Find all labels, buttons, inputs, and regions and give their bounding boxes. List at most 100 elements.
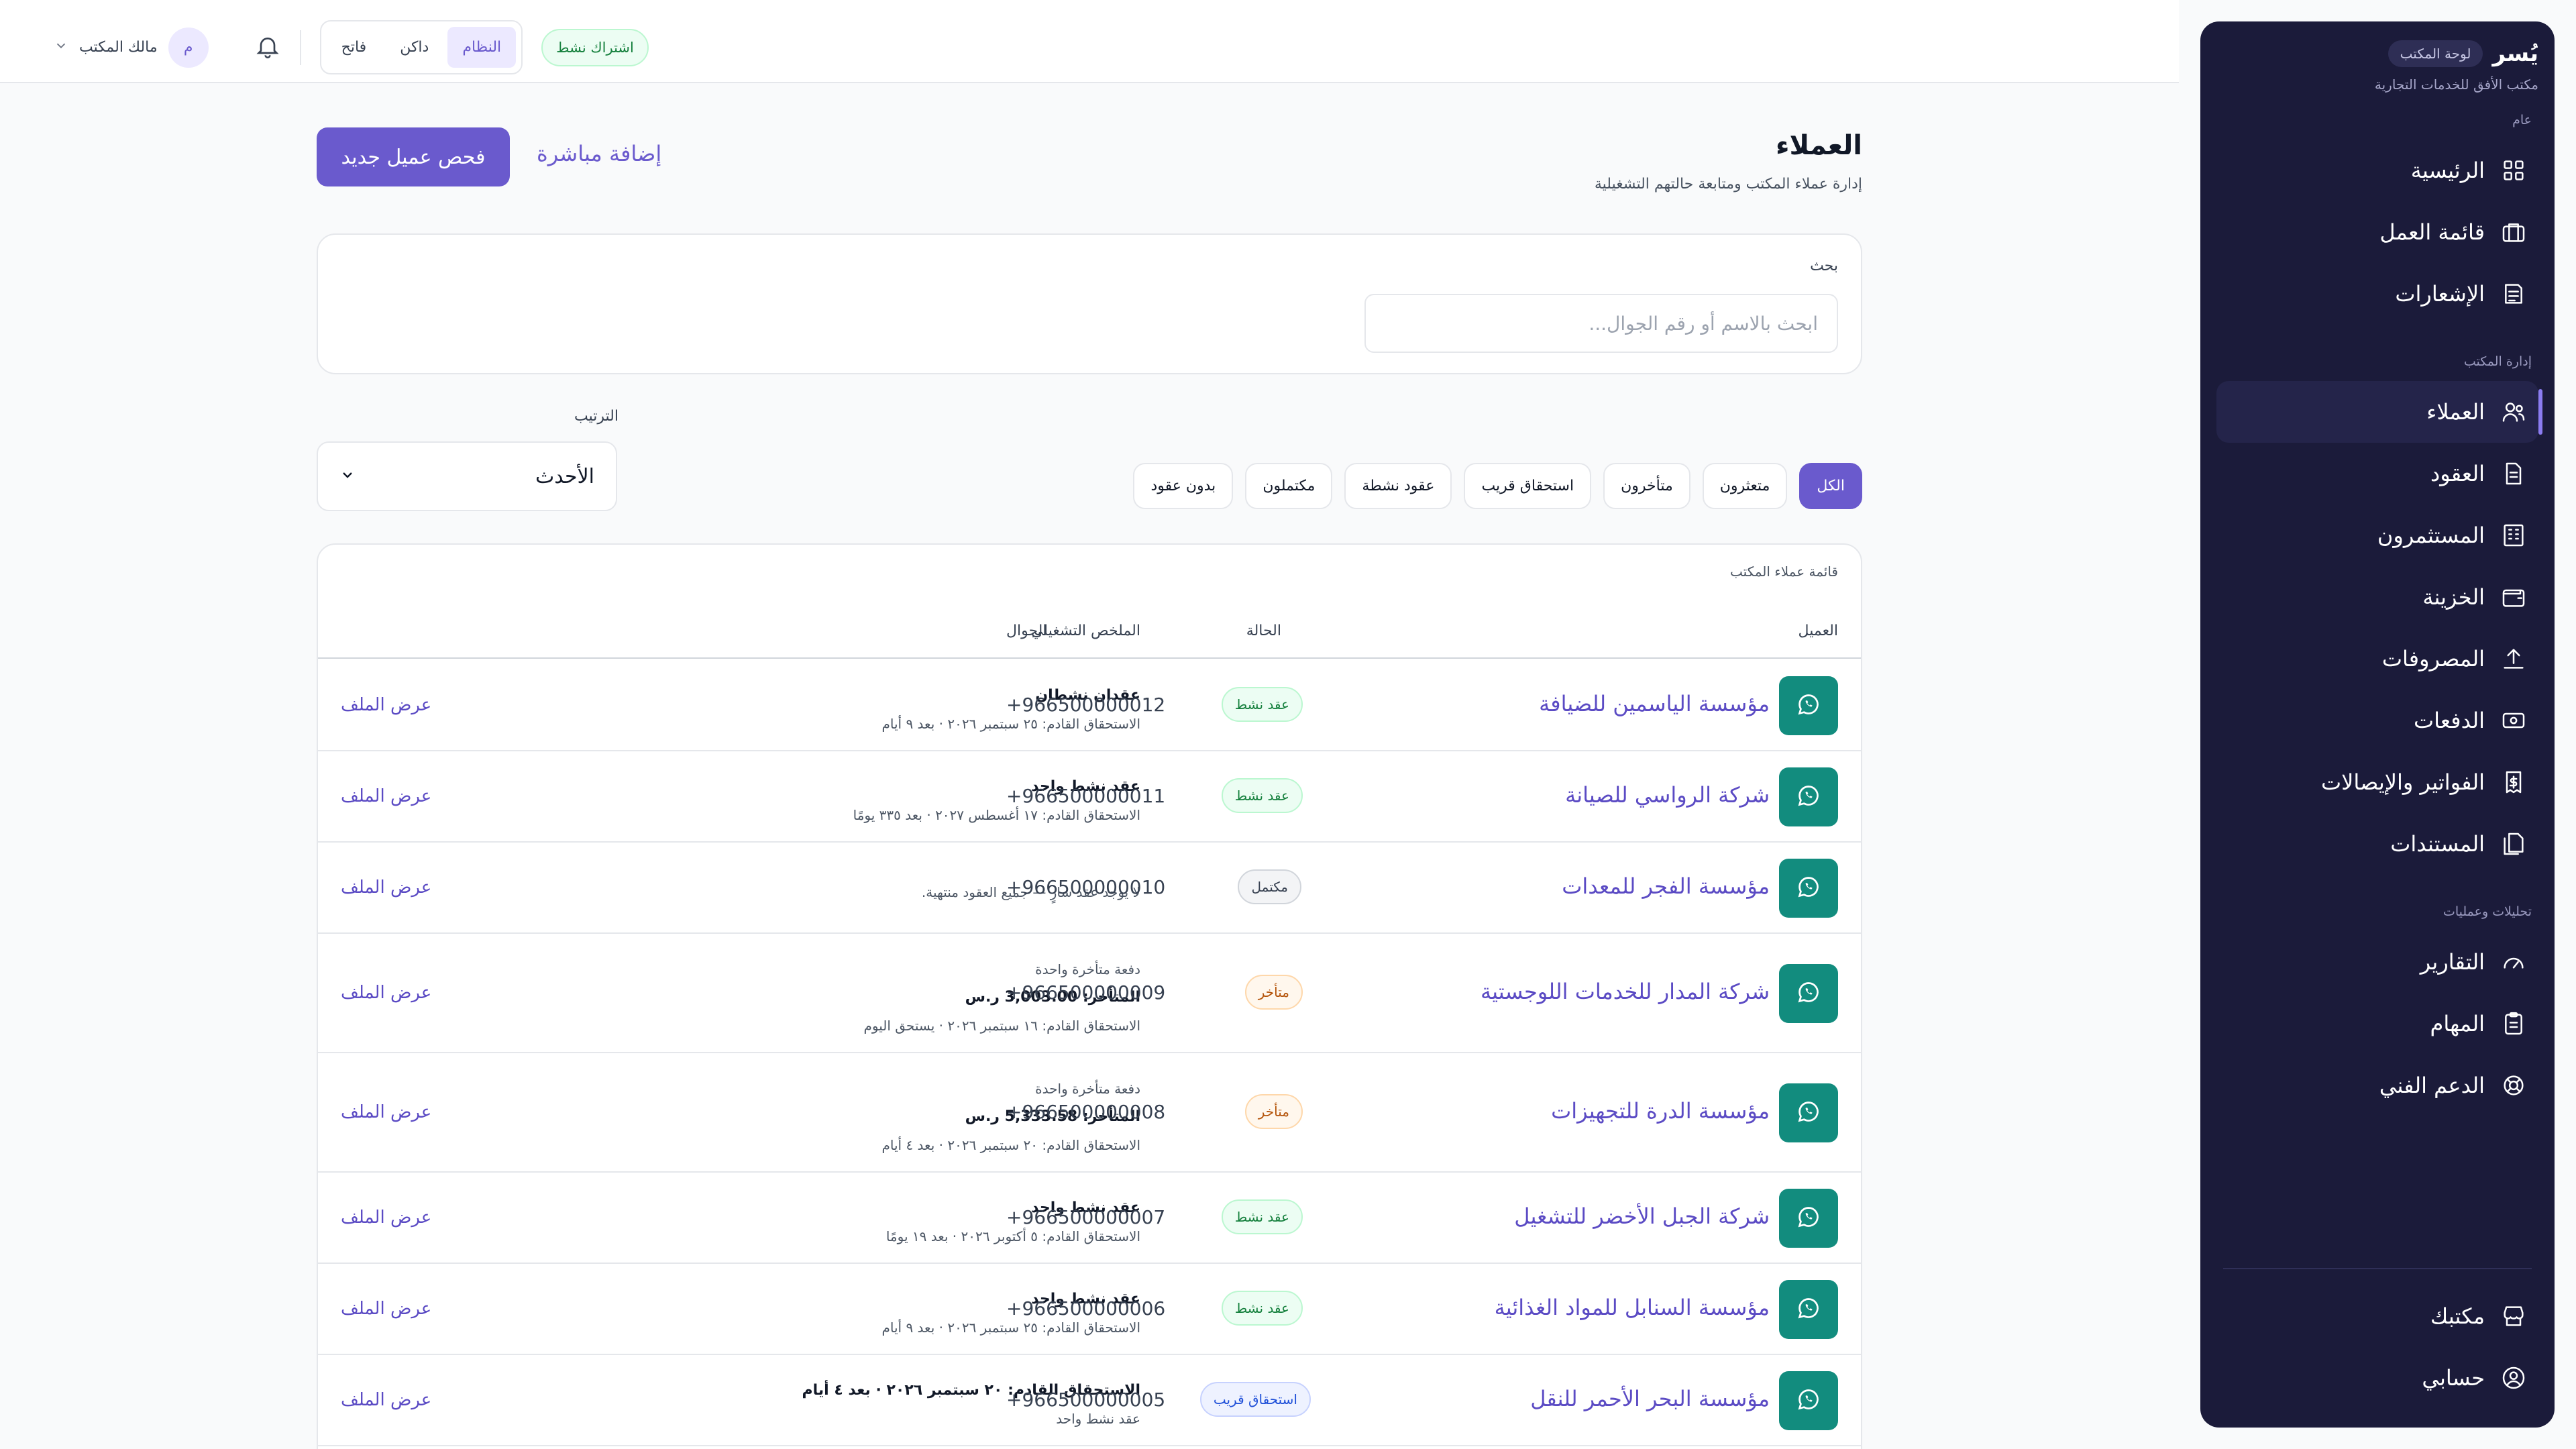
header-summary: الملخص التشغيلي — [1031, 623, 1140, 639]
whatsapp-button[interactable] — [1779, 964, 1838, 1023]
table-row: مؤسسة الياسمين للضيافة عقد نشط عقدان نشطان… — [318, 660, 1861, 751]
summary-line: دفعة متأخرة واحدة — [1035, 961, 1140, 977]
table-row: شركة الجبل الأخضر للتشغيل عقد نشط عقد نشط … — [318, 1173, 1861, 1264]
view-profile-link[interactable]: عرض الملف — [341, 786, 431, 806]
theme-dark-button[interactable]: داكن — [385, 27, 443, 68]
view-profile-link[interactable]: عرض الملف — [341, 877, 431, 898]
sidebar-item-wallet[interactable]: الخزينة — [2216, 566, 2538, 628]
chevron-down-icon — [54, 38, 68, 57]
sidebar-item-users[interactable]: العملاء — [2216, 381, 2542, 443]
sidebar-item-cash[interactable]: الدفعات — [2216, 690, 2538, 751]
user-menu[interactable]: مالك المكتب م — [54, 27, 209, 68]
client-phone: +966500000010 — [1006, 876, 1166, 898]
user-circle-icon — [2500, 1364, 2528, 1392]
filter-late[interactable]: متأخرون — [1603, 463, 1690, 509]
view-profile-link[interactable]: عرض الملف — [341, 1299, 431, 1319]
filter-no-contracts[interactable]: بدون عقود — [1133, 463, 1234, 509]
summary-line: الاستحقاق القادم: ٢٠ سبتمبر ٢٠٢٦ · بعد ٤… — [881, 1137, 1140, 1153]
sidebar-item-store[interactable]: مكتبك — [2216, 1285, 2538, 1347]
filter-all[interactable]: الكل — [1799, 463, 1862, 509]
sidebar-brand: يُسر لوحة المكتب — [2216, 40, 2538, 67]
sidebar-item-label: قائمة العمل — [2379, 219, 2485, 245]
whatsapp-button[interactable] — [1779, 1280, 1838, 1339]
client-name-link[interactable]: مؤسسة السنابل للمواد الغذائية — [1495, 1295, 1770, 1320]
whatsapp-button[interactable] — [1779, 1083, 1838, 1142]
whatsapp-button[interactable] — [1779, 767, 1838, 826]
sidebar-item-label: العملاء — [2426, 399, 2485, 425]
theme-light-button[interactable]: فاتح — [327, 27, 382, 68]
filter-completed[interactable]: مكتملون — [1245, 463, 1333, 509]
check-new-client-button[interactable]: فحص عميل جديد — [317, 127, 510, 186]
client-name-link[interactable]: مؤسسة الدرة للتجهيزات — [1551, 1098, 1770, 1124]
sidebar-item-label: الرئيسية — [2410, 158, 2485, 183]
header-phone: الجوال — [1006, 623, 1047, 639]
sidebar-item-building[interactable]: المستثمرون — [2216, 504, 2538, 566]
client-phone: +966500000009 — [1006, 981, 1166, 1004]
sort-select[interactable]: الأحدث — [317, 441, 617, 511]
sidebar-item-upload[interactable]: المصروفات — [2216, 628, 2538, 690]
theme-switcher: فاتح داكن النظام — [319, 20, 523, 74]
view-profile-link[interactable]: عرض الملف — [341, 1102, 431, 1122]
sidebar-item-label: الدفعات — [2413, 708, 2485, 733]
document-icon — [2500, 460, 2528, 488]
sidebar: يُسر لوحة المكتب مكتب الأفق للخدمات التج… — [2200, 21, 2555, 1428]
table-header: العميل الحالة الملخص التشغيلي الجوال — [318, 605, 1861, 659]
status-badge: عقد نشط — [1221, 1291, 1303, 1326]
theme-system-button[interactable]: النظام — [447, 27, 517, 68]
sidebar-section-general: عام — [2512, 113, 2532, 127]
filter-active-contracts[interactable]: عقود نشطة — [1344, 463, 1452, 509]
dashboard-icon — [2500, 156, 2528, 184]
view-profile-link[interactable]: عرض الملف — [341, 983, 431, 1003]
client-name-link[interactable]: شركة الرواسي للصيانة — [1565, 782, 1770, 808]
whatsapp-icon — [1796, 1296, 1821, 1323]
building-icon — [2500, 521, 2528, 549]
filter-due-soon[interactable]: استحقاق قريب — [1464, 463, 1592, 509]
sidebar-item-label: الخزينة — [2422, 584, 2485, 610]
sidebar-item-lifebuoy[interactable]: الدعم الفني — [2216, 1055, 2538, 1116]
client-name-link[interactable]: شركة المدار للخدمات اللوجستية — [1481, 979, 1770, 1004]
direct-add-button[interactable]: إضافة مباشرة — [537, 141, 661, 166]
sidebar-item-gauge[interactable]: التقارير — [2216, 931, 2538, 993]
header-status: الحالة — [1246, 623, 1281, 639]
sidebar-item-receipt[interactable]: الفواتير والإيصالات — [2216, 751, 2538, 813]
summary-line: الاستحقاق القادم: ١٦ سبتمبر ٢٠٢٦ · يستحق… — [863, 1018, 1140, 1034]
sidebar-item-label: الإشعارات — [2395, 281, 2485, 307]
sidebar-item-label: التقارير — [2420, 949, 2485, 975]
filter-defaulters[interactable]: متعثرون — [1702, 463, 1788, 509]
bell-icon[interactable] — [254, 33, 281, 62]
topbar: مالك المكتب م فاتح داكن النظام اشتراك نش… — [0, 0, 2179, 83]
client-phone: +966500000006 — [1006, 1297, 1166, 1320]
sidebar-item-document[interactable]: العقود — [2216, 443, 2538, 504]
sidebar-section-office: إدارة المكتب — [2463, 354, 2532, 369]
summary-line: دفعة متأخرة واحدة — [1035, 1081, 1140, 1097]
briefcase-icon — [2500, 218, 2528, 246]
view-profile-link[interactable]: عرض الملف — [341, 695, 431, 715]
sidebar-item-clipboard[interactable]: المهام — [2216, 993, 2538, 1055]
filter-chips: الكل متعثرون متأخرون استحقاق قريب عقود ن… — [1133, 463, 1862, 509]
app-logo: يُسر — [2492, 40, 2538, 67]
client-name-link[interactable]: مؤسسة الياسمين للضيافة — [1539, 691, 1770, 716]
sidebar-item-dashboard[interactable]: الرئيسية — [2216, 140, 2538, 201]
client-name-link[interactable]: مؤسسة الفجر للمعدات — [1562, 873, 1770, 899]
header-client: العميل — [1798, 623, 1838, 639]
whatsapp-button[interactable] — [1779, 859, 1838, 918]
view-profile-link[interactable]: عرض الملف — [341, 1208, 431, 1228]
sidebar-item-files[interactable]: المستندات — [2216, 813, 2538, 875]
view-profile-link[interactable]: عرض الملف — [341, 1390, 431, 1410]
search-card: بحث ابحث بالاسم أو رقم الجوال... — [317, 233, 1862, 374]
whatsapp-button[interactable] — [1779, 1371, 1838, 1430]
client-name-link[interactable]: مؤسسة البحر الأحمر للنقل — [1530, 1386, 1770, 1411]
clipboard-icon — [2500, 1010, 2528, 1038]
sidebar-item-notifications-list[interactable]: الإشعارات — [2216, 263, 2538, 325]
whatsapp-button[interactable] — [1779, 1189, 1838, 1248]
search-input[interactable]: ابحث بالاسم أو رقم الجوال... — [1364, 294, 1838, 353]
wallet-icon — [2500, 583, 2528, 611]
whatsapp-button[interactable] — [1779, 676, 1838, 735]
sidebar-item-user-circle[interactable]: حسابي — [2216, 1347, 2538, 1409]
client-name-link[interactable]: شركة الجبل الأخضر للتشغيل — [1514, 1203, 1770, 1229]
status-badge: عقد نشط — [1221, 687, 1303, 722]
chevron-down-icon — [339, 465, 356, 488]
sidebar-item-briefcase[interactable]: قائمة العمل — [2216, 201, 2538, 263]
sidebar-item-label: المهام — [2430, 1011, 2485, 1036]
whatsapp-icon — [1796, 784, 1821, 810]
